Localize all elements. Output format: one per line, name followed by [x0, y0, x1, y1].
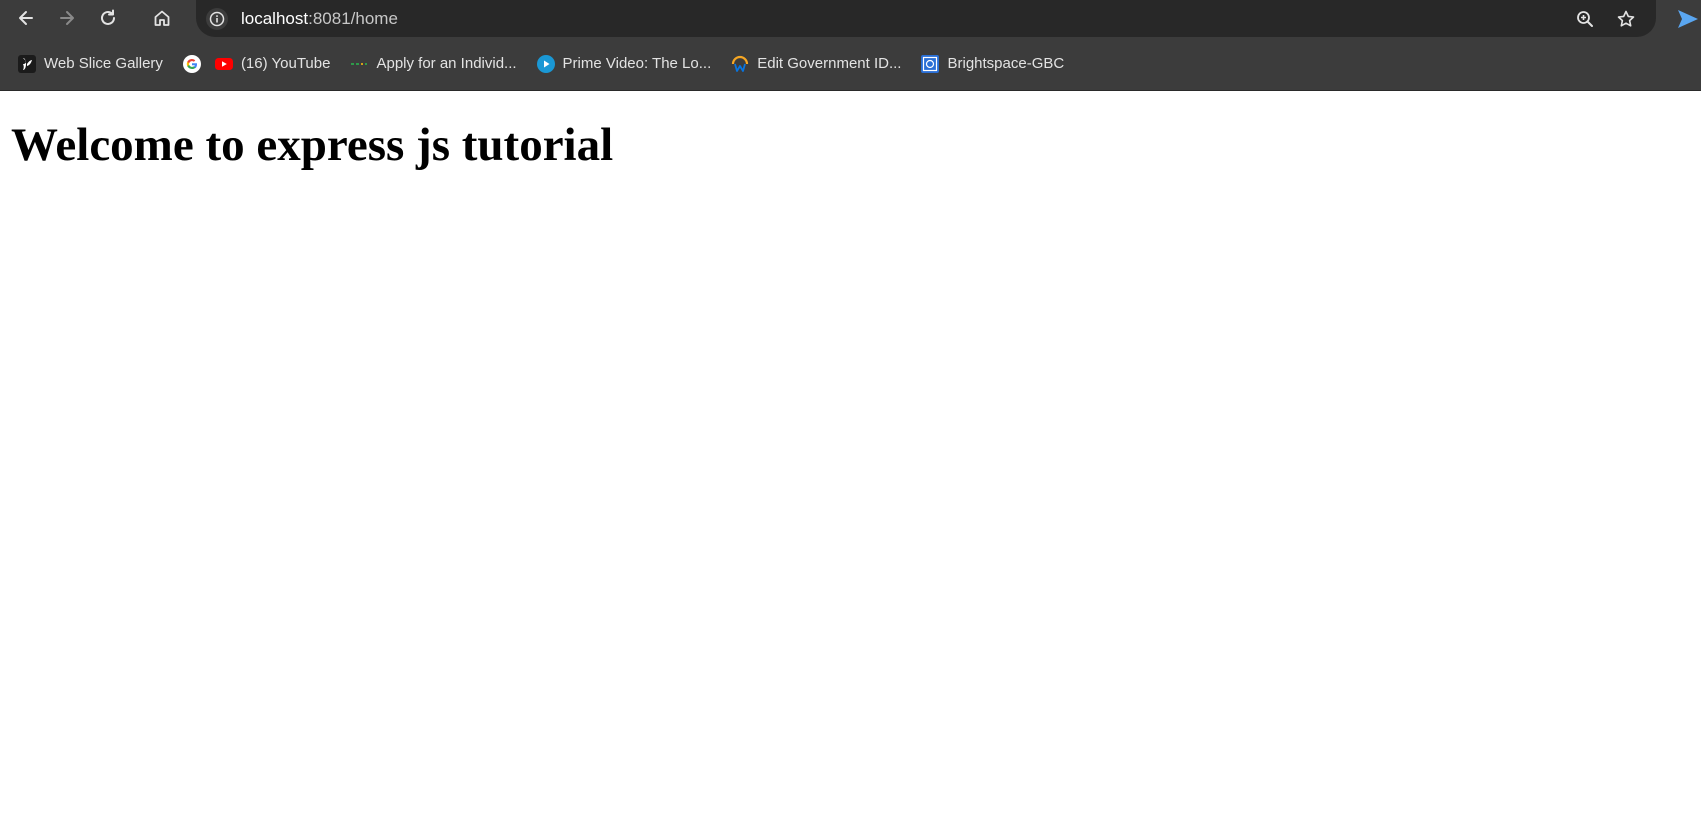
- bookmark-web-slice-gallery[interactable]: Web Slice Gallery: [14, 48, 173, 80]
- home-button[interactable]: [146, 2, 178, 34]
- prime-video-icon: [536, 54, 555, 73]
- url-host: localhost: [241, 9, 309, 28]
- zoom-button[interactable]: [1571, 5, 1599, 33]
- bookmark-star-button[interactable]: [1612, 5, 1640, 33]
- forward-button[interactable]: [51, 2, 83, 34]
- bookmark-label: Brightspace-GBC: [947, 55, 1065, 72]
- bookmark-label: Prime Video: The Lo...: [562, 55, 712, 72]
- workday-icon: [731, 55, 749, 73]
- zoom-icon: [1577, 11, 1593, 27]
- bookmark-youtube[interactable]: (16) YouTube: [211, 48, 341, 80]
- bookmark-label: Edit Government ID...: [757, 55, 902, 72]
- info-icon: [209, 11, 225, 27]
- bookmarks-bar: Web Slice Gallery (16) YouTube Apply for…: [0, 37, 1701, 91]
- url-text[interactable]: localhost:8081/home: [241, 9, 398, 29]
- page-content: Welcome to express js tutorial: [0, 91, 1701, 172]
- bookmark-label: Web Slice Gallery: [44, 55, 163, 72]
- star-icon: [1617, 10, 1635, 27]
- google-icon: [182, 54, 201, 73]
- dots-icon: [350, 55, 368, 73]
- address-bar[interactable]: localhost:8081/home: [196, 0, 1656, 37]
- back-button[interactable]: [10, 2, 42, 34]
- url-path: :8081/home: [308, 9, 398, 28]
- bookmark-label: (16) YouTube: [240, 55, 331, 72]
- bookmark-label: Apply for an Individ...: [376, 55, 517, 72]
- brightspace-icon: [921, 54, 940, 73]
- send-arrow-icon[interactable]: [1676, 7, 1700, 31]
- bookmark-apply-individual[interactable]: Apply for an Individ...: [346, 48, 526, 80]
- arrow-left-icon: [19, 11, 33, 25]
- bookmark-brightspace-gbc[interactable]: Brightspace-GBC: [917, 48, 1074, 80]
- arrow-right-icon: [60, 11, 74, 25]
- site-info-button[interactable]: [206, 8, 228, 30]
- home-icon: [154, 10, 170, 26]
- bookmark-edit-government-id[interactable]: Edit Government ID...: [727, 48, 911, 80]
- reload-button[interactable]: [92, 2, 124, 34]
- browser-toolbar: localhost:8081/home: [0, 0, 1701, 37]
- browser-chrome: localhost:8081/home Web Slice Gallery (1…: [0, 0, 1701, 91]
- page-title: Welcome to express js tutorial: [11, 119, 614, 171]
- reload-icon: [101, 9, 115, 25]
- youtube-icon: [214, 55, 233, 73]
- web-slice-icon: [18, 54, 36, 73]
- bookmark-google[interactable]: [179, 48, 205, 80]
- bookmark-prime-video[interactable]: Prime Video: The Lo...: [533, 48, 722, 80]
